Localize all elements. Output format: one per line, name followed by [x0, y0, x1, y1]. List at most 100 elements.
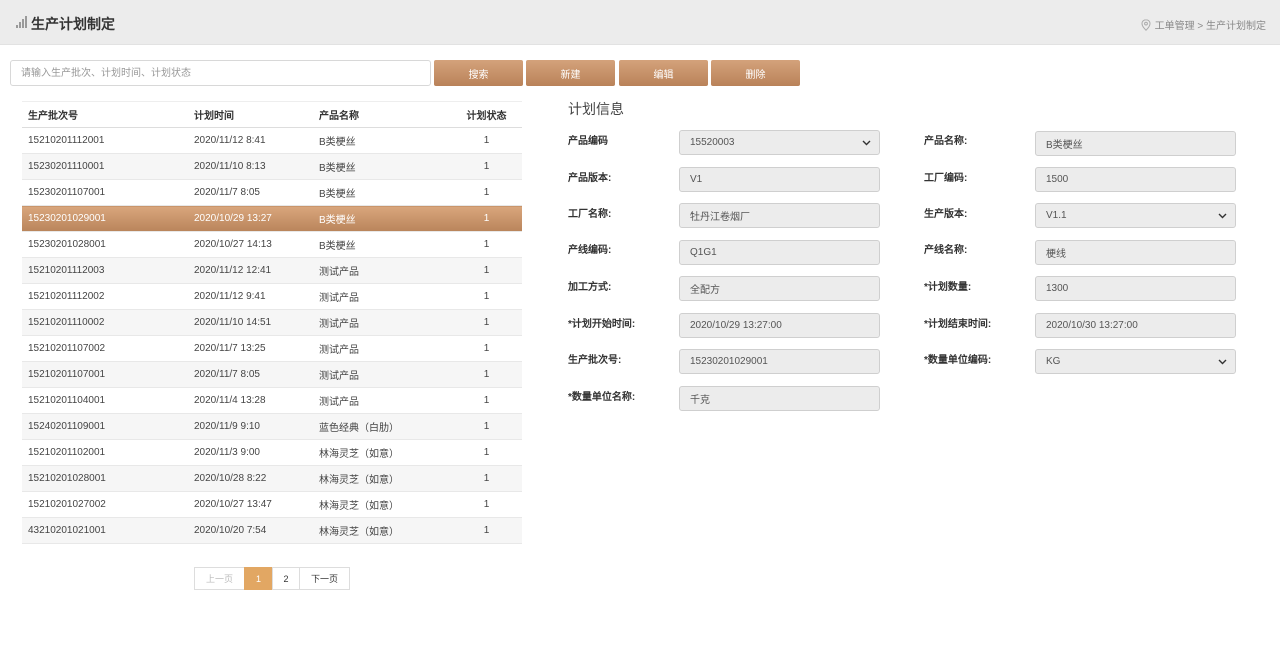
prod-version-value: V1.1	[1046, 210, 1067, 221]
column-header[interactable]: 计划时间	[188, 101, 313, 128]
table-cell-status: 1	[451, 465, 522, 492]
table-cell-status: 1	[451, 335, 522, 362]
table-cell-time: 2020/11/7 13:25	[188, 335, 313, 362]
table-cell-time: 2020/10/27 14:13	[188, 231, 313, 258]
table-cell-time: 2020/11/12 12:41	[188, 257, 313, 284]
table-cell-batch: 15230201028001	[22, 231, 188, 258]
batch-field[interactable]: 15230201029001	[679, 349, 880, 374]
factory-name-field[interactable]: 牡丹江卷烟厂	[679, 203, 880, 228]
product-version-label: 产品版本:	[568, 173, 612, 184]
new-button[interactable]: 新建	[526, 60, 615, 86]
table-cell-batch: 15210201028001	[22, 465, 188, 492]
table-cell-batch: 15230201107001	[22, 179, 188, 206]
product-name-field[interactable]: B类梗丝	[1035, 131, 1236, 156]
table-cell-product: 测试产品	[313, 257, 451, 284]
unit-code-select[interactable]: KG	[1035, 349, 1236, 374]
start-time-field[interactable]: 2020/10/29 13:27:00	[679, 313, 880, 338]
table-cell-product: B类梗丝	[313, 231, 451, 258]
table-cell-time: 2020/10/28 8:22	[188, 465, 313, 492]
table-row[interactable]: 15240201109001 2020/11/9 9:10 蓝色经典（白肋） 1	[22, 413, 522, 440]
product-code-select[interactable]: 15520003	[679, 130, 880, 155]
batch-label: 生产批次号:	[568, 355, 622, 366]
table-cell-time: 2020/11/3 9:00	[188, 439, 313, 466]
table-row[interactable]: 15230201028001 2020/10/27 14:13 B类梗丝 1	[22, 231, 522, 258]
table-cell-batch: 43210201021001	[22, 517, 188, 544]
table-row[interactable]: 15210201027002 2020/10/27 13:47 林海灵芝（如意） 1	[22, 491, 522, 518]
plan-qty-field[interactable]: 1300	[1035, 276, 1236, 301]
table-cell-product: B类梗丝	[313, 179, 451, 206]
table-row[interactable]: 15210201028001 2020/10/28 8:22 林海灵芝（如意） 1	[22, 465, 522, 492]
table-row[interactable]: 15210201102001 2020/11/3 9:00 林海灵芝（如意） 1	[22, 439, 522, 466]
table-row[interactable]: 15230201107001 2020/11/7 8:05 B类梗丝 1	[22, 179, 522, 206]
table-cell-batch: 15210201112002	[22, 283, 188, 310]
table-row[interactable]: 15210201107001 2020/11/7 8:05 测试产品 1	[22, 361, 522, 388]
next-page-button[interactable]: 下一页	[299, 567, 350, 590]
process-field[interactable]: 全配方	[679, 276, 880, 301]
process-label: 加工方式:	[568, 282, 612, 293]
table-row[interactable]: 15210201110002 2020/11/10 14:51 测试产品 1	[22, 309, 522, 336]
product-version-field[interactable]: V1	[679, 167, 880, 192]
table-row[interactable]: 15210201112002 2020/11/12 9:41 测试产品 1	[22, 283, 522, 310]
pagination: 上一页 1 2 下一页	[194, 567, 350, 590]
prev-page-button[interactable]: 上一页	[194, 567, 245, 590]
unit-code-label: *数量单位编码:	[924, 355, 992, 366]
table-cell-status: 1	[451, 517, 522, 544]
factory-name-label: 工厂名称:	[568, 209, 612, 220]
table-cell-status: 1	[451, 231, 522, 258]
unit-name-field[interactable]: 千克	[679, 386, 880, 411]
table-cell-product: 林海灵芝（如意）	[313, 517, 451, 544]
page-title: 生产计划制定	[31, 16, 115, 32]
table-cell-product: 蓝色经典（白肋）	[313, 413, 451, 440]
prod-version-select[interactable]: V1.1	[1035, 203, 1236, 228]
plan-table: 生产批次号 计划时间 产品名称 计划状态 15210201112001 2020/…	[22, 101, 522, 544]
table-cell-batch: 15210201107002	[22, 335, 188, 362]
table-cell-product: B类梗丝	[313, 153, 451, 180]
location-pin-icon	[1141, 18, 1151, 31]
table-cell-time: 2020/10/27 13:47	[188, 491, 313, 518]
table-cell-product: B类梗丝	[313, 127, 451, 154]
delete-button[interactable]: 删除	[711, 60, 800, 86]
table-cell-product: 测试产品	[313, 283, 451, 310]
table-cell-batch: 15210201027002	[22, 491, 188, 518]
page-1-button[interactable]: 1	[244, 567, 273, 590]
prod-version-label: 生产版本:	[924, 209, 968, 220]
product-code-label: 产品编码	[568, 136, 608, 147]
table-cell-time: 2020/11/9 9:10	[188, 413, 313, 440]
table-body: 15210201112001 2020/11/12 8:41 B类梗丝 1 152302…	[22, 127, 522, 544]
column-header[interactable]: 计划状态	[451, 101, 522, 128]
table-row[interactable]: 15210201112001 2020/11/12 8:41 B类梗丝 1	[22, 127, 522, 154]
page-2-button[interactable]: 2	[272, 567, 300, 590]
column-header[interactable]: 生产批次号	[22, 101, 188, 128]
table-row[interactable]: 15230201029001 2020/10/29 13:27 B类梗丝 1	[22, 205, 522, 232]
chevron-down-icon	[1218, 359, 1227, 364]
line-name-label: 产线名称:	[924, 245, 968, 256]
table-cell-batch: 15210201112003	[22, 257, 188, 284]
table-cell-time: 2020/11/10 14:51	[188, 309, 313, 336]
end-time-field[interactable]: 2020/10/30 13:27:00	[1035, 313, 1236, 338]
table-row[interactable]: 15210201104001 2020/11/4 13:28 测试产品 1	[22, 387, 522, 414]
search-input[interactable]	[10, 60, 431, 86]
unit-name-label: *数量单位名称:	[568, 392, 636, 403]
table-row[interactable]: 15210201112003 2020/11/12 12:41 测试产品 1	[22, 257, 522, 284]
factory-code-field[interactable]: 1500	[1035, 167, 1236, 192]
line-code-field[interactable]: Q1G1	[679, 240, 880, 265]
edit-button[interactable]: 编辑	[619, 60, 708, 86]
table-cell-batch: 15230201110001	[22, 153, 188, 180]
table-cell-batch: 15210201104001	[22, 387, 188, 414]
table-cell-time: 2020/11/7 8:05	[188, 179, 313, 206]
table-cell-product: 林海灵芝（如意）	[313, 439, 451, 466]
end-time-label: *计划结束时间:	[924, 319, 992, 330]
table-cell-time: 2020/10/29 13:27	[188, 205, 313, 232]
table-cell-status: 1	[451, 413, 522, 440]
table-row[interactable]: 43210201021001 2020/10/20 7:54 林海灵芝（如意） 1	[22, 517, 522, 544]
table-cell-status: 1	[451, 283, 522, 310]
table-row[interactable]: 15210201107002 2020/11/7 13:25 测试产品 1	[22, 335, 522, 362]
line-name-field[interactable]: 梗线	[1035, 240, 1236, 265]
line-code-label: 产线编码:	[568, 245, 612, 256]
column-header[interactable]: 产品名称	[313, 101, 451, 128]
start-time-label: *计划开始时间:	[568, 319, 636, 330]
table-row[interactable]: 15230201110001 2020/11/10 8:13 B类梗丝 1	[22, 153, 522, 180]
form-title: 计划信息	[568, 101, 624, 117]
breadcrumb-text[interactable]: 工单管理 > 生产计划制定	[1155, 17, 1266, 32]
search-button[interactable]: 搜索	[434, 60, 523, 86]
